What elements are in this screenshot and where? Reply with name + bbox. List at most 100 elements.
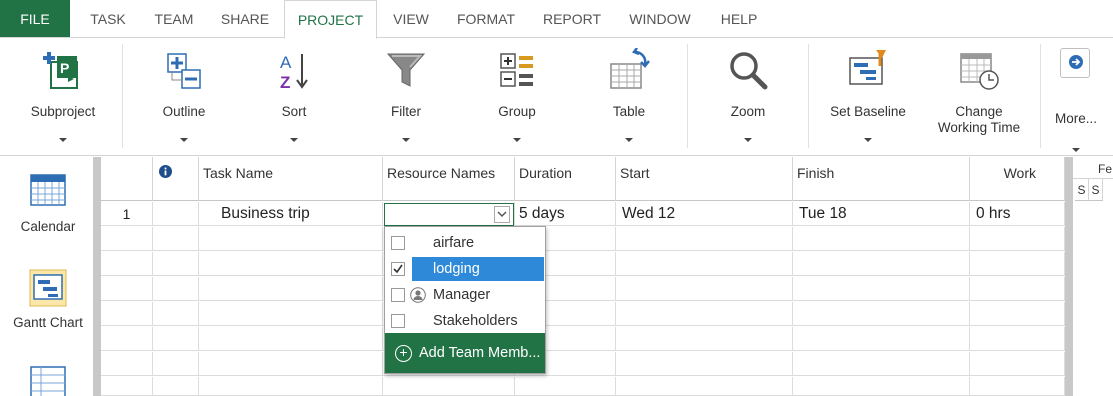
tab-format[interactable]: FORMAT bbox=[446, 0, 526, 38]
table-row[interactable] bbox=[101, 327, 1065, 351]
start-cell[interactable]: Wed 12 bbox=[616, 202, 793, 226]
task-name-cell[interactable]: Business trip bbox=[199, 202, 383, 226]
row-number[interactable] bbox=[101, 252, 153, 276]
row-number[interactable] bbox=[101, 302, 153, 326]
view-gantt-chart[interactable]: Gantt Chart bbox=[0, 261, 96, 341]
finish-cell[interactable] bbox=[793, 252, 970, 276]
table-row[interactable] bbox=[101, 302, 1065, 326]
start-cell[interactable] bbox=[616, 352, 793, 376]
indicator-cell[interactable] bbox=[153, 202, 199, 226]
task-name-cell[interactable] bbox=[199, 302, 383, 326]
row-number[interactable] bbox=[101, 352, 153, 376]
table-row[interactable] bbox=[101, 252, 1065, 276]
resource-checkbox[interactable] bbox=[391, 288, 405, 302]
task-name-cell[interactable] bbox=[199, 327, 383, 351]
tab-view[interactable]: VIEW bbox=[382, 0, 440, 38]
work-cell[interactable] bbox=[970, 277, 1065, 301]
finish-cell[interactable] bbox=[793, 377, 970, 396]
start-cell[interactable] bbox=[616, 227, 793, 251]
table-row[interactable] bbox=[101, 227, 1065, 251]
resource-option-manager[interactable]: Manager bbox=[385, 282, 545, 308]
work-cell[interactable] bbox=[970, 227, 1065, 251]
tab-team[interactable]: TEAM bbox=[143, 0, 205, 38]
finish-cell[interactable] bbox=[793, 227, 970, 251]
set-baseline-button[interactable]: Set Baseline bbox=[822, 38, 914, 155]
start-cell[interactable] bbox=[616, 302, 793, 326]
view-bar-splitter[interactable] bbox=[93, 157, 101, 396]
table-row[interactable] bbox=[101, 377, 1065, 396]
outline-button[interactable]: Outline bbox=[142, 38, 226, 155]
start-cell[interactable] bbox=[616, 277, 793, 301]
indicator-cell[interactable] bbox=[153, 302, 199, 326]
task-name-cell[interactable] bbox=[199, 227, 383, 251]
finish-cell[interactable] bbox=[793, 352, 970, 376]
header-indicators[interactable] bbox=[153, 157, 199, 201]
sort-button[interactable]: A Z Sort bbox=[252, 38, 336, 155]
table-row[interactable]: 1 Business trip 5 days Wed 12 Tue 18 0 h… bbox=[101, 202, 1065, 226]
filter-button[interactable]: Filter bbox=[364, 38, 448, 155]
finish-cell[interactable] bbox=[793, 277, 970, 301]
table-row[interactable] bbox=[101, 352, 1065, 376]
work-cell[interactable] bbox=[970, 302, 1065, 326]
indicator-cell[interactable] bbox=[153, 277, 199, 301]
task-name-cell[interactable] bbox=[199, 352, 383, 376]
start-cell[interactable] bbox=[616, 252, 793, 276]
work-cell[interactable] bbox=[970, 377, 1065, 396]
header-work[interactable]: Work bbox=[970, 157, 1065, 201]
view-network-diagram[interactable] bbox=[0, 357, 96, 396]
resource-dropdown-toggle[interactable] bbox=[494, 206, 510, 223]
task-name-cell[interactable] bbox=[199, 252, 383, 276]
tab-report[interactable]: REPORT bbox=[532, 0, 612, 38]
tab-window[interactable]: WINDOW bbox=[618, 0, 702, 38]
header-finish[interactable]: Finish bbox=[793, 157, 970, 201]
subproject-button[interactable]: P Subproject bbox=[20, 38, 106, 155]
resource-checkbox[interactable] bbox=[391, 314, 405, 328]
header-row-number[interactable] bbox=[101, 157, 153, 201]
duration-cell[interactable] bbox=[515, 377, 616, 396]
tab-help[interactable]: HELP bbox=[708, 0, 770, 38]
indicator-cell[interactable] bbox=[153, 327, 199, 351]
resource-checkbox[interactable] bbox=[391, 262, 405, 276]
change-working-time-button[interactable]: Change Working Time bbox=[930, 38, 1028, 155]
work-cell[interactable] bbox=[970, 252, 1065, 276]
start-cell[interactable] bbox=[616, 327, 793, 351]
row-number[interactable] bbox=[101, 277, 153, 301]
tab-file[interactable]: FILE bbox=[0, 0, 70, 38]
header-resource-names[interactable]: Resource Names bbox=[383, 157, 515, 201]
gantt-splitter[interactable] bbox=[1065, 157, 1073, 396]
indicator-cell[interactable] bbox=[153, 377, 199, 396]
row-number[interactable] bbox=[101, 327, 153, 351]
group-button[interactable]: Group bbox=[475, 38, 559, 155]
header-duration[interactable]: Duration bbox=[515, 157, 616, 201]
indicator-cell[interactable] bbox=[153, 252, 199, 276]
table-button[interactable]: Table bbox=[587, 38, 671, 155]
task-name-cell[interactable] bbox=[199, 277, 383, 301]
work-cell[interactable] bbox=[970, 352, 1065, 376]
work-cell[interactable] bbox=[970, 327, 1065, 351]
tab-share[interactable]: SHARE bbox=[211, 0, 279, 38]
finish-cell[interactable]: Tue 18 bbox=[793, 202, 970, 226]
resource-option-airfare[interactable]: airfare bbox=[385, 230, 545, 256]
tab-task[interactable]: TASK bbox=[79, 0, 137, 38]
row-number[interactable] bbox=[101, 377, 153, 396]
resource-names-cell[interactable] bbox=[383, 377, 515, 396]
table-row[interactable] bbox=[101, 277, 1065, 301]
finish-cell[interactable] bbox=[793, 302, 970, 326]
more-button[interactable]: More... bbox=[1046, 38, 1106, 155]
indicator-cell[interactable] bbox=[153, 227, 199, 251]
task-name-cell[interactable] bbox=[199, 377, 383, 396]
row-number[interactable] bbox=[101, 227, 153, 251]
header-start[interactable]: Start bbox=[616, 157, 793, 201]
view-calendar[interactable]: Calendar bbox=[0, 157, 96, 247]
row-number[interactable]: 1 bbox=[101, 202, 153, 226]
tab-project[interactable]: PROJECT bbox=[284, 0, 377, 39]
work-cell[interactable]: 0 hrs bbox=[970, 202, 1065, 226]
resource-checkbox[interactable] bbox=[391, 236, 405, 250]
add-team-member-button[interactable]: + Add Team Memb... bbox=[385, 333, 545, 373]
resource-option-stakeholders[interactable]: Stakeholders bbox=[385, 308, 545, 334]
indicator-cell[interactable] bbox=[153, 352, 199, 376]
zoom-button[interactable]: Zoom bbox=[706, 38, 790, 155]
resource-names-combo[interactable] bbox=[384, 203, 514, 226]
start-cell[interactable] bbox=[616, 377, 793, 396]
resource-option-lodging[interactable]: lodging bbox=[385, 256, 545, 282]
